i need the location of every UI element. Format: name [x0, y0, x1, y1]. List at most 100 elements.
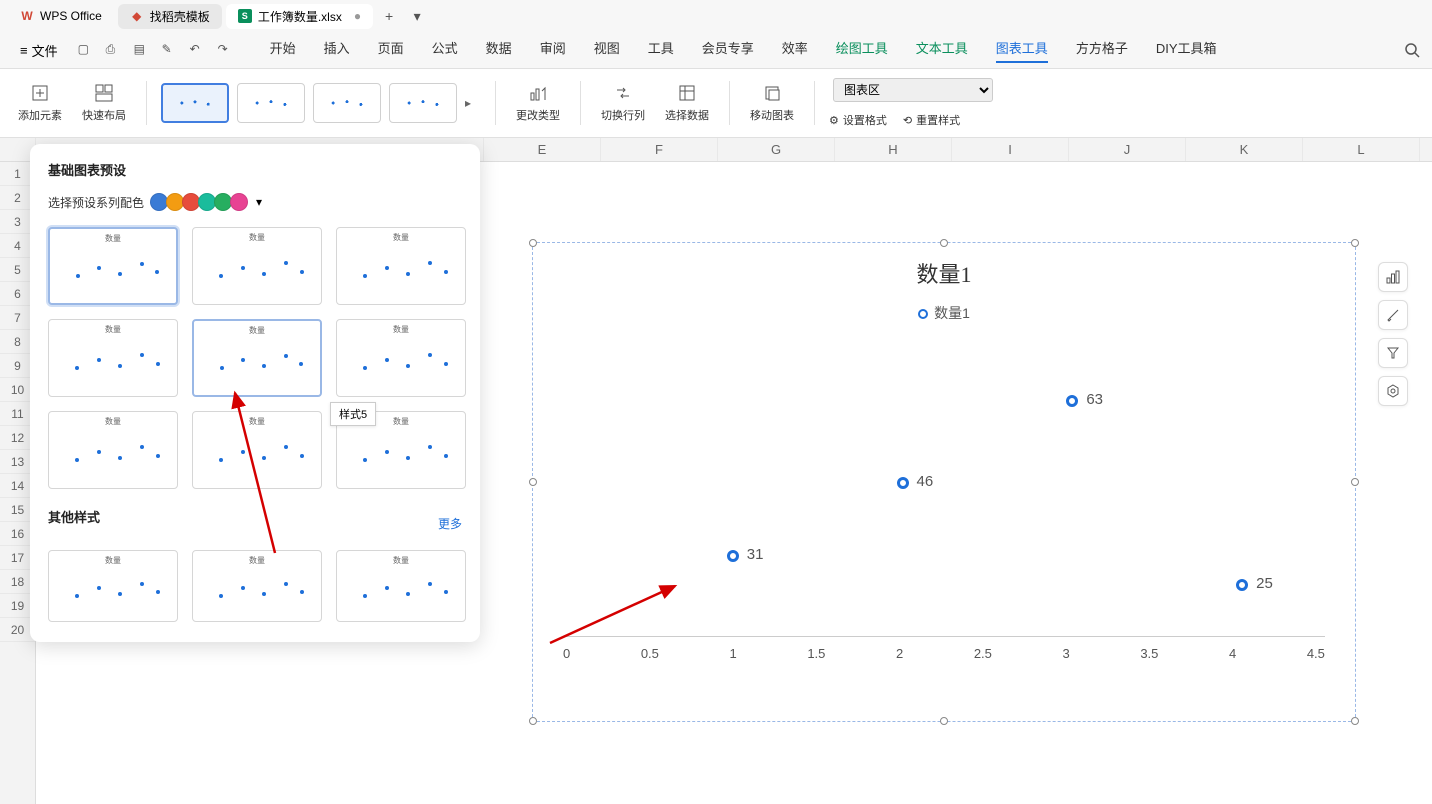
- file-menu[interactable]: ≡ 文件: [12, 37, 66, 64]
- ribbon-tab[interactable]: 方方格子: [1076, 38, 1128, 63]
- chart-element-selector[interactable]: 图表区: [833, 78, 993, 102]
- switch-rowcol-button[interactable]: 切换行列: [595, 79, 651, 127]
- ribbon-tab[interactable]: 公式: [432, 38, 458, 63]
- column-header[interactable]: I: [952, 138, 1069, 161]
- tab-menu-button[interactable]: ▾: [405, 8, 429, 25]
- file-label: 文件: [32, 41, 58, 60]
- quick-style-3[interactable]: [313, 83, 381, 123]
- chart-style-preset[interactable]: 数量: [192, 319, 322, 397]
- column-header[interactable]: H: [835, 138, 952, 161]
- chart-plot-area[interactable]: 00.511.522.533.544.5 31466325: [563, 353, 1325, 669]
- ribbon-tab[interactable]: 数据: [486, 38, 512, 63]
- column-header[interactable]: G: [718, 138, 835, 161]
- select-data-button[interactable]: 选择数据: [659, 79, 715, 127]
- undo-icon[interactable]: ↶: [190, 42, 206, 58]
- scatter-point[interactable]: [727, 550, 739, 562]
- add-element-button[interactable]: 添加元素: [12, 79, 68, 127]
- ribbon-tab[interactable]: 页面: [378, 38, 404, 63]
- chart-style-preset[interactable]: 数量: [48, 227, 178, 305]
- scatter-point[interactable]: [897, 477, 909, 489]
- resize-handle[interactable]: [940, 717, 948, 725]
- wps-logo-icon: W: [20, 9, 34, 23]
- chevron-down-icon[interactable]: ▾: [256, 195, 262, 209]
- ribbon-tab-active[interactable]: 图表工具: [996, 38, 1048, 63]
- new-tab-button[interactable]: +: [377, 8, 401, 24]
- change-type-button[interactable]: 更改类型: [510, 79, 566, 127]
- chart-legend[interactable]: 数量1: [533, 303, 1355, 323]
- gear-icon: ⚙: [829, 114, 839, 127]
- search-icon[interactable]: [1404, 42, 1420, 58]
- chart-elements-button[interactable]: [1378, 262, 1408, 292]
- column-header[interactable]: K: [1186, 138, 1303, 161]
- ribbon-tab[interactable]: 文本工具: [916, 38, 968, 63]
- color-palette[interactable]: [152, 193, 248, 211]
- quick-style-4[interactable]: [389, 83, 457, 123]
- ribbon-tab[interactable]: 效率: [782, 38, 808, 63]
- style-tooltip: 样式5: [330, 402, 376, 426]
- quick-layout-button[interactable]: 快速布局: [76, 79, 132, 127]
- chart-style-preset[interactable]: 数量: [48, 550, 178, 622]
- quick-style-2[interactable]: [237, 83, 305, 123]
- tab-templates[interactable]: ◆ 找稻壳模板: [118, 4, 222, 29]
- chart-style-preset[interactable]: 数量: [336, 227, 466, 305]
- more-link[interactable]: 更多: [438, 515, 462, 532]
- resize-handle[interactable]: [529, 717, 537, 725]
- scatter-point[interactable]: [1236, 579, 1248, 591]
- resize-handle[interactable]: [529, 239, 537, 247]
- chart-settings-button[interactable]: [1378, 376, 1408, 406]
- button-label: 选择数据: [665, 107, 709, 123]
- resize-handle[interactable]: [1351, 478, 1359, 486]
- embedded-chart[interactable]: 数量1 数量1 00.511.522.533.544.5 31466325: [532, 242, 1356, 722]
- chart-style-preset[interactable]: 数量: [336, 550, 466, 622]
- redo-icon[interactable]: ↷: [218, 42, 234, 58]
- x-tick: 1.5: [807, 646, 825, 661]
- resize-handle[interactable]: [1351, 239, 1359, 247]
- column-header[interactable]: E: [484, 138, 601, 161]
- ribbon-tab[interactable]: 会员专享: [702, 38, 754, 63]
- resize-handle[interactable]: [529, 478, 537, 486]
- column-header[interactable]: F: [601, 138, 718, 161]
- ribbon-tab[interactable]: 开始: [270, 38, 296, 63]
- chart-title[interactable]: 数量1: [533, 257, 1355, 289]
- quick-style-1[interactable]: [161, 83, 229, 123]
- divider: [495, 81, 496, 125]
- chart-style-preset[interactable]: 数量: [48, 319, 178, 397]
- data-label: 25: [1256, 575, 1273, 592]
- ribbon-tab[interactable]: DIY工具箱: [1156, 38, 1217, 63]
- print-preview-icon[interactable]: ▤: [134, 42, 150, 58]
- move-chart-button[interactable]: 移动图表: [744, 79, 800, 127]
- color-swatch[interactable]: [230, 193, 248, 211]
- resize-handle[interactable]: [1351, 717, 1359, 725]
- tab-active-document[interactable]: S 工作簿数量.xlsx ●: [226, 4, 373, 29]
- x-tick: 0: [563, 646, 570, 661]
- set-format-button[interactable]: ⚙设置格式: [829, 112, 887, 128]
- ribbon-tab[interactable]: 审阅: [540, 38, 566, 63]
- chart-style-preset[interactable]: 数量: [192, 411, 322, 489]
- save-icon[interactable]: ▢: [78, 42, 94, 58]
- chart-filter-button[interactable]: [1378, 338, 1408, 368]
- spreadsheet-icon: S: [238, 9, 252, 23]
- tab-wps-office[interactable]: W WPS Office: [8, 5, 114, 27]
- resize-handle[interactable]: [940, 239, 948, 247]
- print-icon[interactable]: ⎙: [106, 42, 122, 58]
- more-styles-button[interactable]: ▸: [465, 96, 481, 110]
- button-label: 快速布局: [82, 107, 126, 123]
- chart-style-preset[interactable]: 数量: [48, 411, 178, 489]
- reset-style-button[interactable]: ⟲重置样式: [903, 112, 960, 128]
- ribbon-tab[interactable]: 插入: [324, 38, 350, 63]
- ribbon-tab[interactable]: 绘图工具: [836, 38, 888, 63]
- ribbon-tab[interactable]: 视图: [594, 38, 620, 63]
- spreadsheet[interactable]: E F G H I J K L 123456789101112131415161…: [0, 138, 1432, 804]
- button-label: 切换行列: [601, 107, 645, 123]
- ribbon-tab[interactable]: 工具: [648, 38, 674, 63]
- column-header[interactable]: J: [1069, 138, 1186, 161]
- scatter-point[interactable]: [1066, 395, 1078, 407]
- column-header[interactable]: L: [1303, 138, 1420, 161]
- format-painter-icon[interactable]: ✎: [162, 42, 178, 58]
- chart-area-dropdown[interactable]: 图表区: [833, 78, 993, 102]
- chart-style-preset[interactable]: 数量: [192, 550, 322, 622]
- chart-brush-button[interactable]: [1378, 300, 1408, 330]
- ribbon-tabs: 开始 插入 页面 公式 数据 审阅 视图 工具 会员专享 效率 绘图工具 文本工…: [270, 38, 1217, 63]
- chart-style-preset[interactable]: 数量: [336, 319, 466, 397]
- chart-style-preset[interactable]: 数量: [192, 227, 322, 305]
